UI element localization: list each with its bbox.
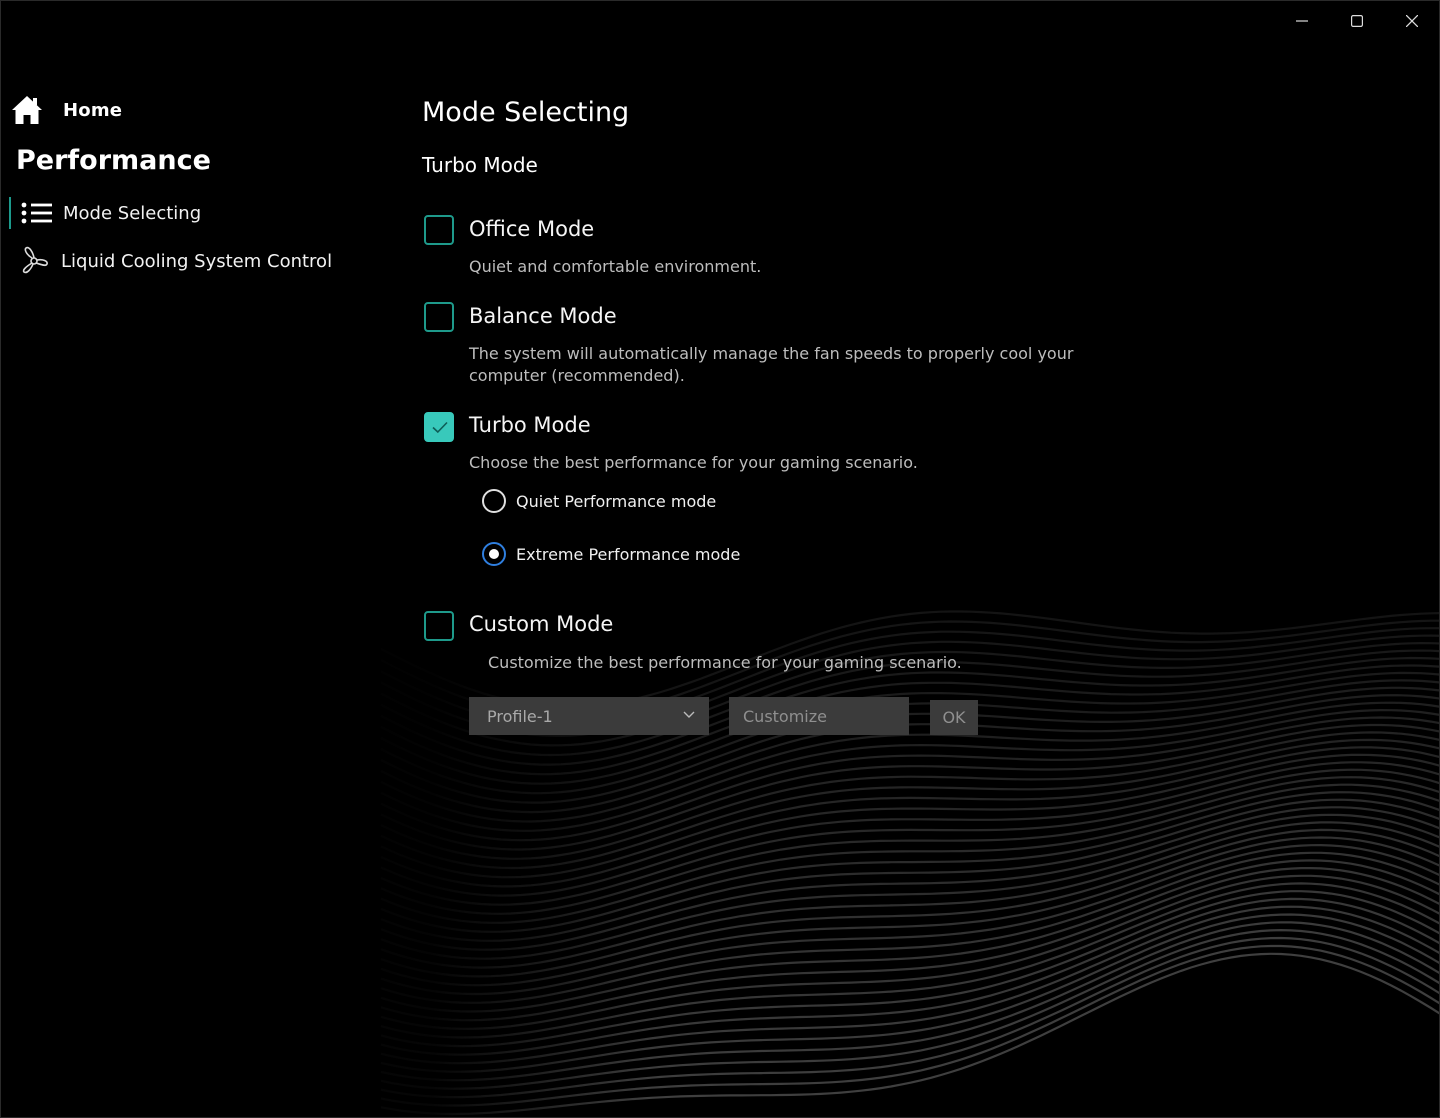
wave-line [380,753,1439,888]
custom-mode-description: Customize the best performance for your … [488,653,962,672]
wave-line [380,890,1439,1048]
profile-dropdown-value: Profile-1 [487,706,553,726]
profile-dropdown[interactable]: Profile-1 [469,697,709,735]
sidebar-section-title: Performance [16,145,211,176]
ok-button[interactable]: OK [930,700,978,735]
wave-line [380,828,1439,978]
wave-line [380,738,1439,870]
wave-line [380,731,1439,860]
current-mode-label: Turbo Mode [422,153,538,177]
wave-line [380,776,1439,915]
custom-mode-checkbox[interactable] [424,611,454,641]
turbo-mode-label: Turbo Mode [469,413,591,437]
turbo-mode-checkbox[interactable] [424,412,454,442]
checkmark-icon [432,421,448,434]
turbo-mode-description: Choose the best performance for your gam… [469,453,918,472]
wave-line [380,897,1439,1056]
wave-line [380,768,1439,906]
wave-line [380,936,1439,1099]
sidebar-item-liquid-cooling[interactable]: Liquid Cooling System Control [9,245,369,277]
app-window: Home Performance Mode Selecting Liquid C… [0,0,1440,1118]
wave-line [380,952,1439,1116]
sidebar-item-label: Mode Selecting [63,202,202,224]
wave-line [380,746,1439,879]
minimize-icon [1295,20,1308,22]
wave-line [380,905,1439,1065]
sidebar-item-label: Liquid Cooling System Control [61,250,333,272]
wave-line [380,716,1439,842]
balance-mode-checkbox[interactable] [424,302,454,332]
close-icon [1405,15,1418,27]
wave-line [380,791,1439,933]
quiet-performance-radio[interactable] [482,489,506,513]
list-icon [21,202,52,224]
wave-line [380,882,1439,1039]
wave-line [380,761,1439,897]
wave-line [380,944,1439,1107]
wave-line [380,836,1439,987]
maximize-icon [1350,15,1363,27]
extreme-performance-label: Extreme Performance mode [516,544,741,564]
wave-line [380,723,1439,851]
close-button[interactable] [1384,1,1439,41]
wave-line [380,928,1439,1090]
balance-mode-description: The system will automatically manage the… [469,344,1074,385]
fan-icon [22,246,48,274]
wave-line [380,798,1439,942]
title-bar-controls [1274,1,1439,41]
extreme-performance-radio[interactable] [482,542,506,566]
wave-line [380,821,1439,969]
wave-line [380,867,1439,1022]
wave-line [380,921,1439,1082]
custom-mode-label: Custom Mode [469,612,614,636]
home-label: Home [63,99,123,121]
home-link[interactable]: Home [11,95,122,125]
wave-line [380,851,1439,1004]
wave-line [380,843,1439,996]
page-title: Mode Selecting [422,97,630,128]
wave-line [380,913,1439,1073]
home-icon [12,96,42,124]
wave-line [380,874,1439,1030]
quiet-performance-label: Quiet Performance mode [516,491,717,511]
quiet-performance-radio-option[interactable]: Quiet Performance mode [482,489,716,513]
office-mode-checkbox[interactable] [424,215,454,245]
office-mode-description: Quiet and comfortable environment. [469,257,762,276]
office-mode-label: Office Mode [469,217,595,241]
customize-button[interactable]: Customize [729,697,909,735]
sidebar-item-mode-selecting[interactable]: Mode Selecting [9,197,369,229]
wave-line [380,806,1439,951]
maximize-button[interactable] [1329,1,1384,41]
extreme-performance-radio-option[interactable]: Extreme Performance mode [482,542,740,566]
minimize-button[interactable] [1274,1,1329,41]
wave-line [380,813,1439,960]
wave-line [380,783,1439,924]
wave-line [380,859,1439,1013]
chevron-down-icon [683,711,695,718]
balance-mode-label: Balance Mode [469,304,617,328]
